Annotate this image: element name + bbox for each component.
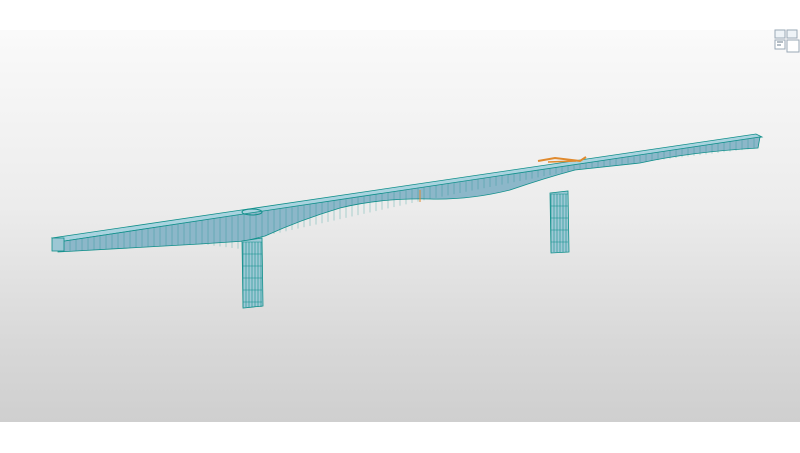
- status-area: [0, 422, 800, 453]
- view-cube[interactable]: [772, 28, 800, 54]
- 3d-viewport[interactable]: [0, 30, 800, 422]
- bridge-deck[interactable]: [50, 133, 764, 253]
- highlight-line: [537, 156, 587, 163]
- deck-side-face: [57, 136, 761, 253]
- pier-1-body: [241, 237, 264, 309]
- toolbar-area: [0, 0, 800, 30]
- highlight-line-2: [547, 160, 577, 163]
- deck-end-left: [51, 237, 65, 252]
- deck-top-surface: [50, 133, 764, 243]
- selected-element[interactable]: [537, 156, 587, 163]
- bridge-model[interactable]: [0, 30, 800, 422]
- view-cube-icon[interactable]: [772, 28, 800, 54]
- pier-2[interactable]: [549, 190, 570, 254]
